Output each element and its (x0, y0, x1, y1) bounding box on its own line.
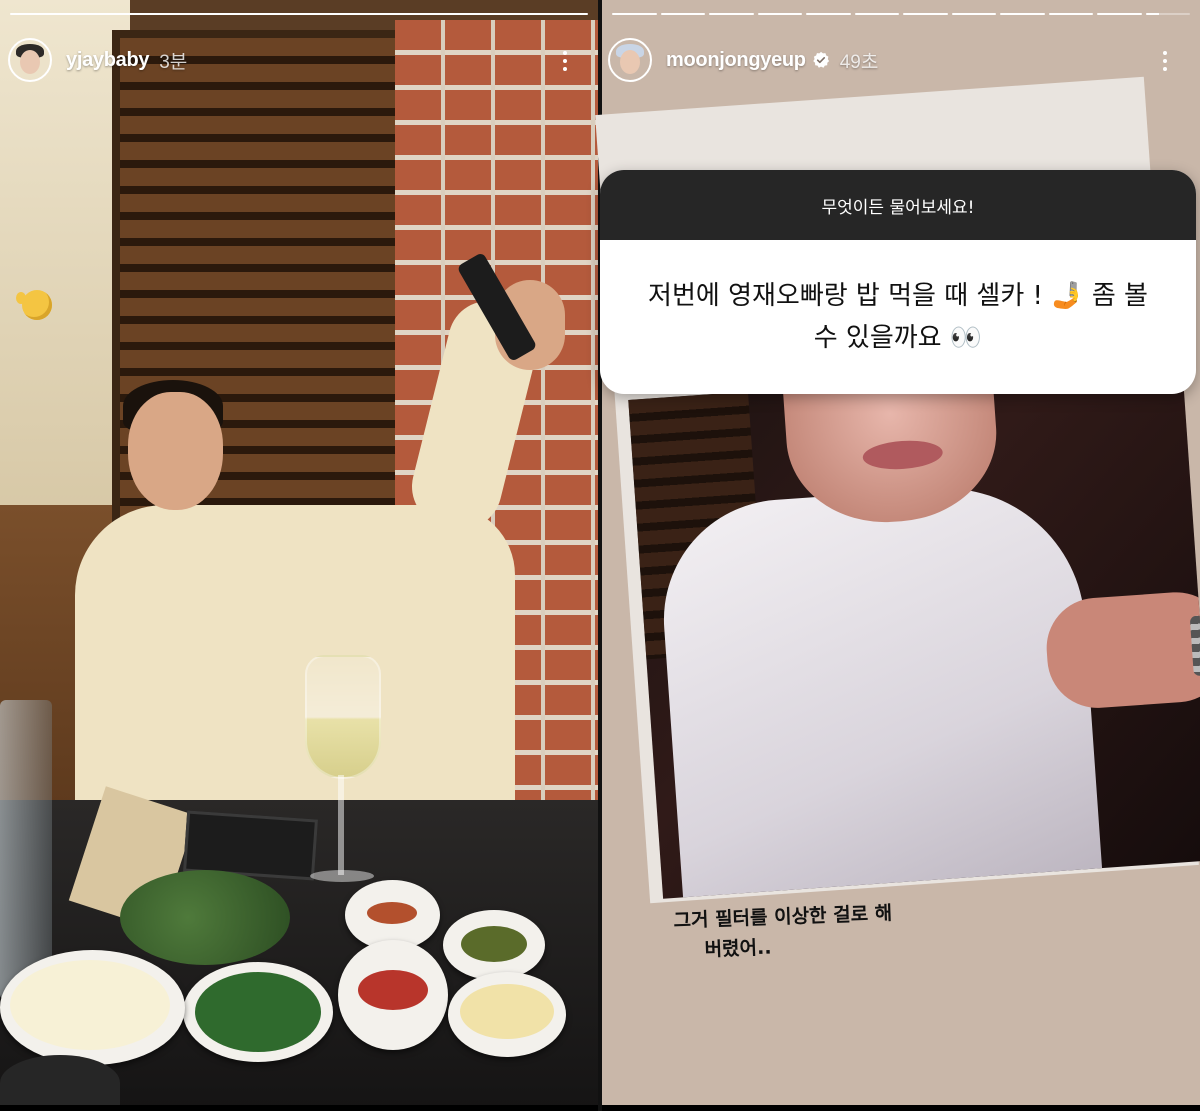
progress-segment (1097, 13, 1142, 15)
story-progress-bar (10, 13, 588, 15)
more-options-icon[interactable] (1150, 44, 1180, 78)
story-header: moonjongyeup 49초 (608, 32, 878, 88)
progress-segment (1048, 13, 1093, 15)
pointing-hand-emoji-icon (16, 290, 52, 320)
progress-segment (903, 13, 948, 15)
progress-segment (612, 13, 657, 15)
story-header: yjaybaby 3분 (8, 32, 187, 88)
question-text-line: 수 있을까요 👀 (813, 323, 983, 353)
progress-segment (1145, 13, 1190, 15)
question-text: 저번에 영재오빠랑 밥 먹을 때 셀카 ! 🤳 좀 볼 수 있을까요 👀 (600, 240, 1196, 394)
story-left[interactable]: yjaybaby 3분 (0, 0, 598, 1111)
avatar-icon[interactable] (8, 38, 52, 82)
bottom-edge (602, 1105, 1200, 1111)
progress-segment (10, 13, 588, 15)
username[interactable]: yjaybaby (66, 49, 150, 72)
story-progress-bar (612, 13, 1190, 15)
reply-caption: 그거 필터를 이상한 걸로 해 버렸어.. (673, 894, 1015, 966)
more-options-icon[interactable] (550, 44, 580, 78)
post-time: 49초 (839, 51, 879, 73)
username[interactable]: moonjongyeup (666, 49, 806, 72)
progress-segment (854, 13, 899, 15)
bottom-edge (0, 1105, 598, 1111)
progress-segment (757, 13, 802, 15)
selfie-photo (628, 361, 1200, 899)
verified-badge-icon (812, 51, 830, 69)
avatar-icon[interactable] (608, 38, 652, 82)
question-sticker-header: 무엇이든 물어보세요! (600, 170, 1196, 240)
progress-segment (806, 13, 851, 15)
question-sticker[interactable]: 무엇이든 물어보세요! 저번에 영재오빠랑 밥 먹을 때 셀카 ! 🤳 좀 볼 … (600, 170, 1196, 394)
question-text-line: 저번에 영재오빠랑 밥 먹을 때 셀카 ! 🤳 좀 볼 (648, 281, 1148, 311)
progress-segment (660, 13, 705, 15)
progress-segment (709, 13, 754, 15)
progress-segment (951, 13, 996, 15)
post-time: 3분 (159, 51, 188, 73)
progress-segment (1000, 13, 1045, 15)
